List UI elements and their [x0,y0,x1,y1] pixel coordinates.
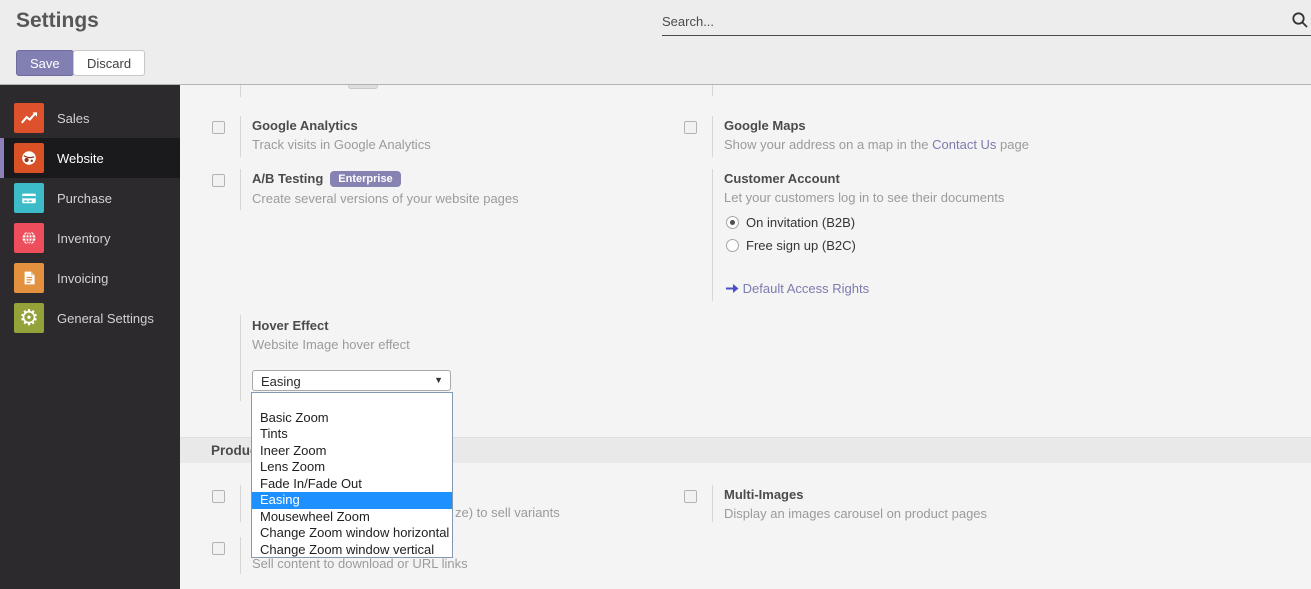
ab-testing-label-text: A/B Testing [252,171,323,186]
sidebar-item-label: Website [57,151,104,166]
enterprise-badge: Enterprise [330,171,400,187]
on-invitation-radio[interactable] [726,216,739,229]
invoice-icon [14,263,44,293]
divider [712,169,713,301]
divider [240,169,241,210]
digital-content-desc: Sell content to download or URL links [252,556,468,571]
sidebar-item-general-settings[interactable]: ⚙ General Settings [0,298,180,338]
digital-content-checkbox[interactable] [212,542,225,555]
google-maps-label: Google Maps [724,118,806,133]
divider [712,116,713,157]
divider-remnant [240,85,241,97]
on-invitation-label: On invitation (B2B) [746,215,855,230]
sidebar-item-website[interactable]: Website [0,138,180,178]
google-maps-desc-text: page [996,137,1029,152]
ab-testing-label: A/B Testing Enterprise [252,171,401,187]
google-analytics-checkbox[interactable] [212,121,225,134]
multi-images-label: Multi-Images [724,487,803,502]
ab-testing-desc: Create several versions of your website … [252,191,519,206]
contact-us-link[interactable]: Contact Us [932,137,996,152]
sidebar-item-label: Purchase [57,191,112,206]
app-sidebar: Sales Website Purchase [0,85,180,589]
free-signup-label: Free sign up (B2C) [746,238,856,253]
dropdown-option[interactable]: Tints [252,426,452,443]
divider [712,485,713,522]
warehouse-icon [14,223,44,253]
top-header: Settings Save Discard [0,0,1311,85]
default-access-rights-link[interactable]: Default Access Rights [726,281,869,296]
divider [240,315,241,401]
dropdown-option-selected[interactable]: Easing [252,492,452,509]
multi-images-checkbox[interactable] [684,490,697,503]
divider [240,485,241,522]
hover-effect-desc: Website Image hover effect [252,337,410,352]
variants-desc-fragment: ze) to sell variants [455,505,560,520]
hover-effect-select-value: Easing [261,374,301,389]
default-access-rights-label: Default Access Rights [743,281,869,296]
dropdown-option[interactable]: Change Zoom window vertical [252,542,452,559]
dropdown-option[interactable]: Lens Zoom [252,459,452,476]
hover-effect-dropdown: Basic Zoom Tints Ineer Zoom Lens Zoom Fa… [251,392,453,558]
google-analytics-label: Google Analytics [252,118,358,133]
multi-images-desc: Display an images carousel on product pa… [724,506,987,521]
sidebar-item-inventory[interactable]: Inventory [0,218,180,258]
save-button[interactable]: Save [16,50,74,76]
dropdown-option[interactable]: Fade In/Fade Out [252,476,452,493]
sidebar-item-label: General Settings [57,311,154,326]
dropdown-option[interactable]: Basic Zoom [252,410,452,427]
dropdown-option[interactable]: Ineer Zoom [252,443,452,460]
sidebar-item-label: Invoicing [57,271,108,286]
google-maps-desc: Show your address on a map in the Contac… [724,137,1029,152]
google-maps-checkbox[interactable] [684,121,697,134]
cutoff-element-remnant [348,85,378,89]
divider-remnant [712,85,713,96]
divider [240,537,241,574]
gear-icon: ⚙ [14,303,44,333]
discard-button[interactable]: Discard [73,50,145,76]
search-icon[interactable] [1291,11,1309,34]
google-maps-desc-text: Show your address on a map in the [724,137,932,152]
sidebar-item-invoicing[interactable]: Invoicing [0,258,180,298]
page-title: Settings [16,9,99,33]
hover-effect-select[interactable]: Easing ▼ [252,370,451,391]
ab-testing-checkbox[interactable] [212,174,225,187]
search-bar [662,6,1311,36]
right-arrow-icon [726,283,739,294]
dropdown-option[interactable]: Mousewheel Zoom [252,509,452,526]
credit-card-icon [14,183,44,213]
sidebar-item-label: Sales [57,111,90,126]
search-input[interactable] [662,8,1277,34]
sidebar-item-sales[interactable]: Sales [0,98,180,138]
divider [240,116,241,157]
dropdown-option[interactable]: Change Zoom window horizontal [252,525,452,542]
customer-account-desc: Let your customers log in to see their d… [724,190,1004,205]
chevron-down-icon: ▼ [434,375,443,385]
dropdown-option-empty[interactable] [252,393,452,410]
sales-chart-icon [14,103,44,133]
variants-checkbox[interactable] [212,490,225,503]
settings-panel: Google Analytics Track visits in Google … [180,85,1311,589]
globe-icon [14,143,44,173]
customer-account-label: Customer Account [724,171,840,186]
sidebar-item-purchase[interactable]: Purchase [0,178,180,218]
google-analytics-desc: Track visits in Google Analytics [252,137,431,152]
sidebar-item-label: Inventory [57,231,110,246]
free-signup-radio[interactable] [726,239,739,252]
hover-effect-label: Hover Effect [252,318,329,333]
